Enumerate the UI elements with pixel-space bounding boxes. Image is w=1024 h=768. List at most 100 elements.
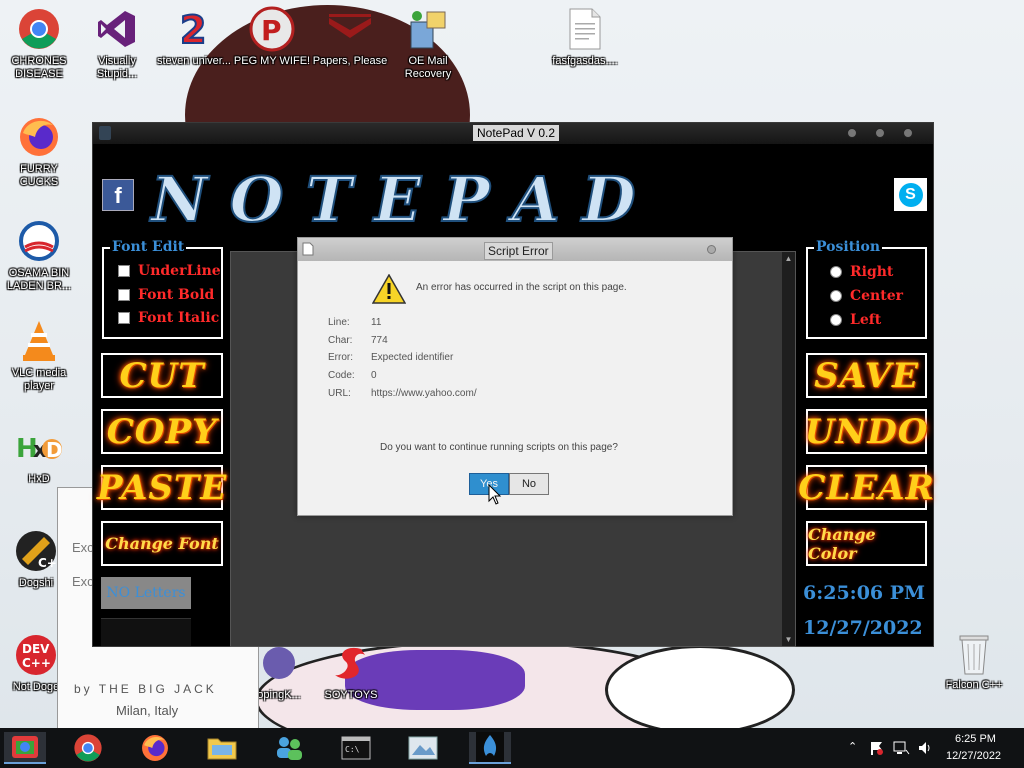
network-icon[interactable]	[892, 740, 910, 756]
facebook-icon[interactable]: f	[102, 179, 134, 211]
window-title: NotePad V 0.2	[473, 125, 560, 141]
underline-checkbox[interactable]: UnderLine	[118, 263, 221, 279]
taskbar-clock-date[interactable]: 12/27/2022	[946, 750, 1001, 762]
document-icon	[302, 242, 314, 256]
desktop-icon-label: Papers, Please	[312, 55, 388, 67]
checkbox-box[interactable]	[118, 289, 130, 301]
wallpaper-foot-shape	[605, 645, 795, 728]
image-viewer-icon	[408, 736, 438, 760]
app-flame-icon	[476, 732, 504, 762]
svg-text:C++: C++	[22, 656, 51, 670]
firefox-icon	[16, 114, 62, 160]
left-label: Left	[850, 312, 882, 328]
clear-button[interactable]: CLEAR	[798, 465, 934, 510]
minimize-button[interactable]	[847, 128, 857, 138]
undo-button[interactable]: UNDO	[805, 409, 927, 454]
taskbar-clock-time[interactable]: 6:25 PM	[955, 733, 996, 745]
folder-icon	[207, 738, 237, 760]
taskbar-image-viewer[interactable]	[402, 732, 444, 764]
checkbox-box[interactable]	[118, 312, 130, 324]
banner-letter: E	[373, 162, 424, 237]
field-value: 0	[371, 370, 377, 381]
script-error-dialog[interactable]: Script Error An error has occurred in th…	[297, 237, 733, 516]
svg-text:DEV: DEV	[22, 642, 50, 656]
italic-checkbox[interactable]: Font Italic	[118, 310, 219, 326]
app-icon	[99, 126, 111, 140]
action-center-flag-icon[interactable]	[868, 740, 884, 756]
desktop-icon-steven-universe[interactable]: 2 steven univer...	[155, 6, 233, 68]
right-label: Right	[850, 264, 894, 280]
desktop-icon-vlc[interactable]: VLC media player	[0, 318, 78, 393]
checkbox-box[interactable]	[118, 265, 130, 277]
desktop-icon-visual-studio[interactable]: Visually Stupid...	[78, 6, 156, 81]
show-hidden-icons-chevron-icon[interactable]: ⌃	[848, 740, 857, 753]
taskbar-firefox[interactable]	[134, 732, 176, 764]
notepad-titlebar[interactable]: NotePad V 0.2	[93, 123, 933, 144]
scroll-up-icon[interactable]: ▲	[784, 254, 793, 263]
taskbar-notepad-app[interactable]	[469, 732, 511, 764]
recycle-bin-icon	[951, 630, 997, 676]
desktop-icon-label: Visually Stupid...	[96, 55, 138, 80]
banner-letter: A	[511, 162, 562, 237]
bold-checkbox[interactable]: Font Bold	[118, 287, 214, 303]
desktop-icon-label: Falcon C++	[945, 679, 1003, 691]
field-label: Code:	[328, 370, 355, 381]
cmd-icon: C:\	[341, 736, 371, 760]
radio-dot[interactable]	[830, 314, 842, 326]
desktop-icon-label: OE Mail Recovery	[404, 55, 452, 80]
scroll-down-icon[interactable]: ▼	[784, 635, 793, 644]
volume-icon[interactable]	[917, 740, 933, 756]
change-font-button[interactable]: Change Font	[101, 521, 223, 566]
taskbar-chrome[interactable]	[67, 732, 109, 764]
radio-dot[interactable]	[830, 266, 842, 278]
desktop-icon-chrones-disease[interactable]: CHRONES DISEASE	[0, 6, 78, 81]
banner-letter: O	[229, 162, 286, 237]
banner-letter: D	[581, 162, 638, 237]
skype-icon[interactable]: S	[894, 178, 927, 211]
desktop-icon-soytoys[interactable]: SOYTOYS	[312, 640, 390, 702]
desktop-icon-osama[interactable]: OSAMA BIN LADEN BR...	[0, 218, 78, 293]
close-button[interactable]	[903, 128, 913, 138]
desktop-icon-text-file[interactable]: fasfgasdas....	[546, 6, 624, 68]
desktop-icon-falcon[interactable]: Falcon C++	[934, 630, 1014, 692]
mouse-cursor-icon	[488, 484, 502, 505]
dialog-close-button[interactable]	[707, 245, 716, 254]
dialog-titlebar[interactable]: Script Error	[298, 238, 732, 261]
continue-question: Do you want to continue running scripts …	[380, 442, 618, 453]
banner-letter: N	[150, 162, 210, 237]
taskbar-folder[interactable]	[201, 732, 243, 764]
maximize-button[interactable]	[875, 128, 885, 138]
field-label: Error:	[328, 352, 353, 363]
desktop-icon-furry-cucks[interactable]: FURRY CUCKS	[0, 114, 78, 189]
taskbar-people[interactable]	[268, 732, 310, 764]
desktop-icon-oe-mail-recovery[interactable]: OE Mail Recovery	[389, 6, 467, 81]
radio-dot[interactable]	[830, 290, 842, 302]
taskbar-file-explorer[interactable]	[4, 732, 46, 764]
no-letters-indicator: NO Letters	[101, 577, 191, 609]
change-color-button[interactable]: Change Color	[806, 521, 927, 566]
people-icon	[277, 737, 302, 760]
underline-label: UnderLine	[138, 263, 221, 279]
vertical-scrollbar[interactable]: ▲ ▼	[782, 252, 795, 646]
no-button[interactable]: No	[509, 473, 549, 495]
desktop-icon-hxd[interactable]: HxD HxD	[0, 424, 78, 486]
cut-button[interactable]: CUT	[101, 353, 223, 398]
paste-button[interactable]: PASTE	[97, 465, 226, 510]
save-button[interactable]: SAVE	[806, 353, 927, 398]
desktop-icon-papers-please[interactable]: Papers, Please	[311, 6, 389, 68]
bg-window-text: Exc	[72, 574, 94, 589]
center-label: Center	[850, 288, 903, 304]
steven-universe-icon: 2	[171, 6, 217, 52]
copy-button[interactable]: COPY	[101, 409, 223, 454]
align-right-radio[interactable]: Right	[830, 264, 893, 280]
font-edit-panel: Font Edit UnderLine Font Bold Font Itali…	[102, 239, 223, 339]
svg-text:C+: C+	[38, 556, 57, 570]
align-center-radio[interactable]: Center	[830, 288, 903, 304]
mail-recovery-icon	[405, 6, 451, 52]
align-left-radio[interactable]: Left	[830, 312, 881, 328]
taskbar-command-prompt[interactable]: C:\	[335, 732, 377, 764]
desktop-icon-label: FURRY CUCKS	[19, 163, 59, 188]
desktop-icon-peg-my-wife[interactable]: P PEG MY WIFE!	[233, 6, 311, 68]
italic-label: Font Italic	[138, 310, 220, 326]
text-file-icon	[562, 6, 608, 52]
